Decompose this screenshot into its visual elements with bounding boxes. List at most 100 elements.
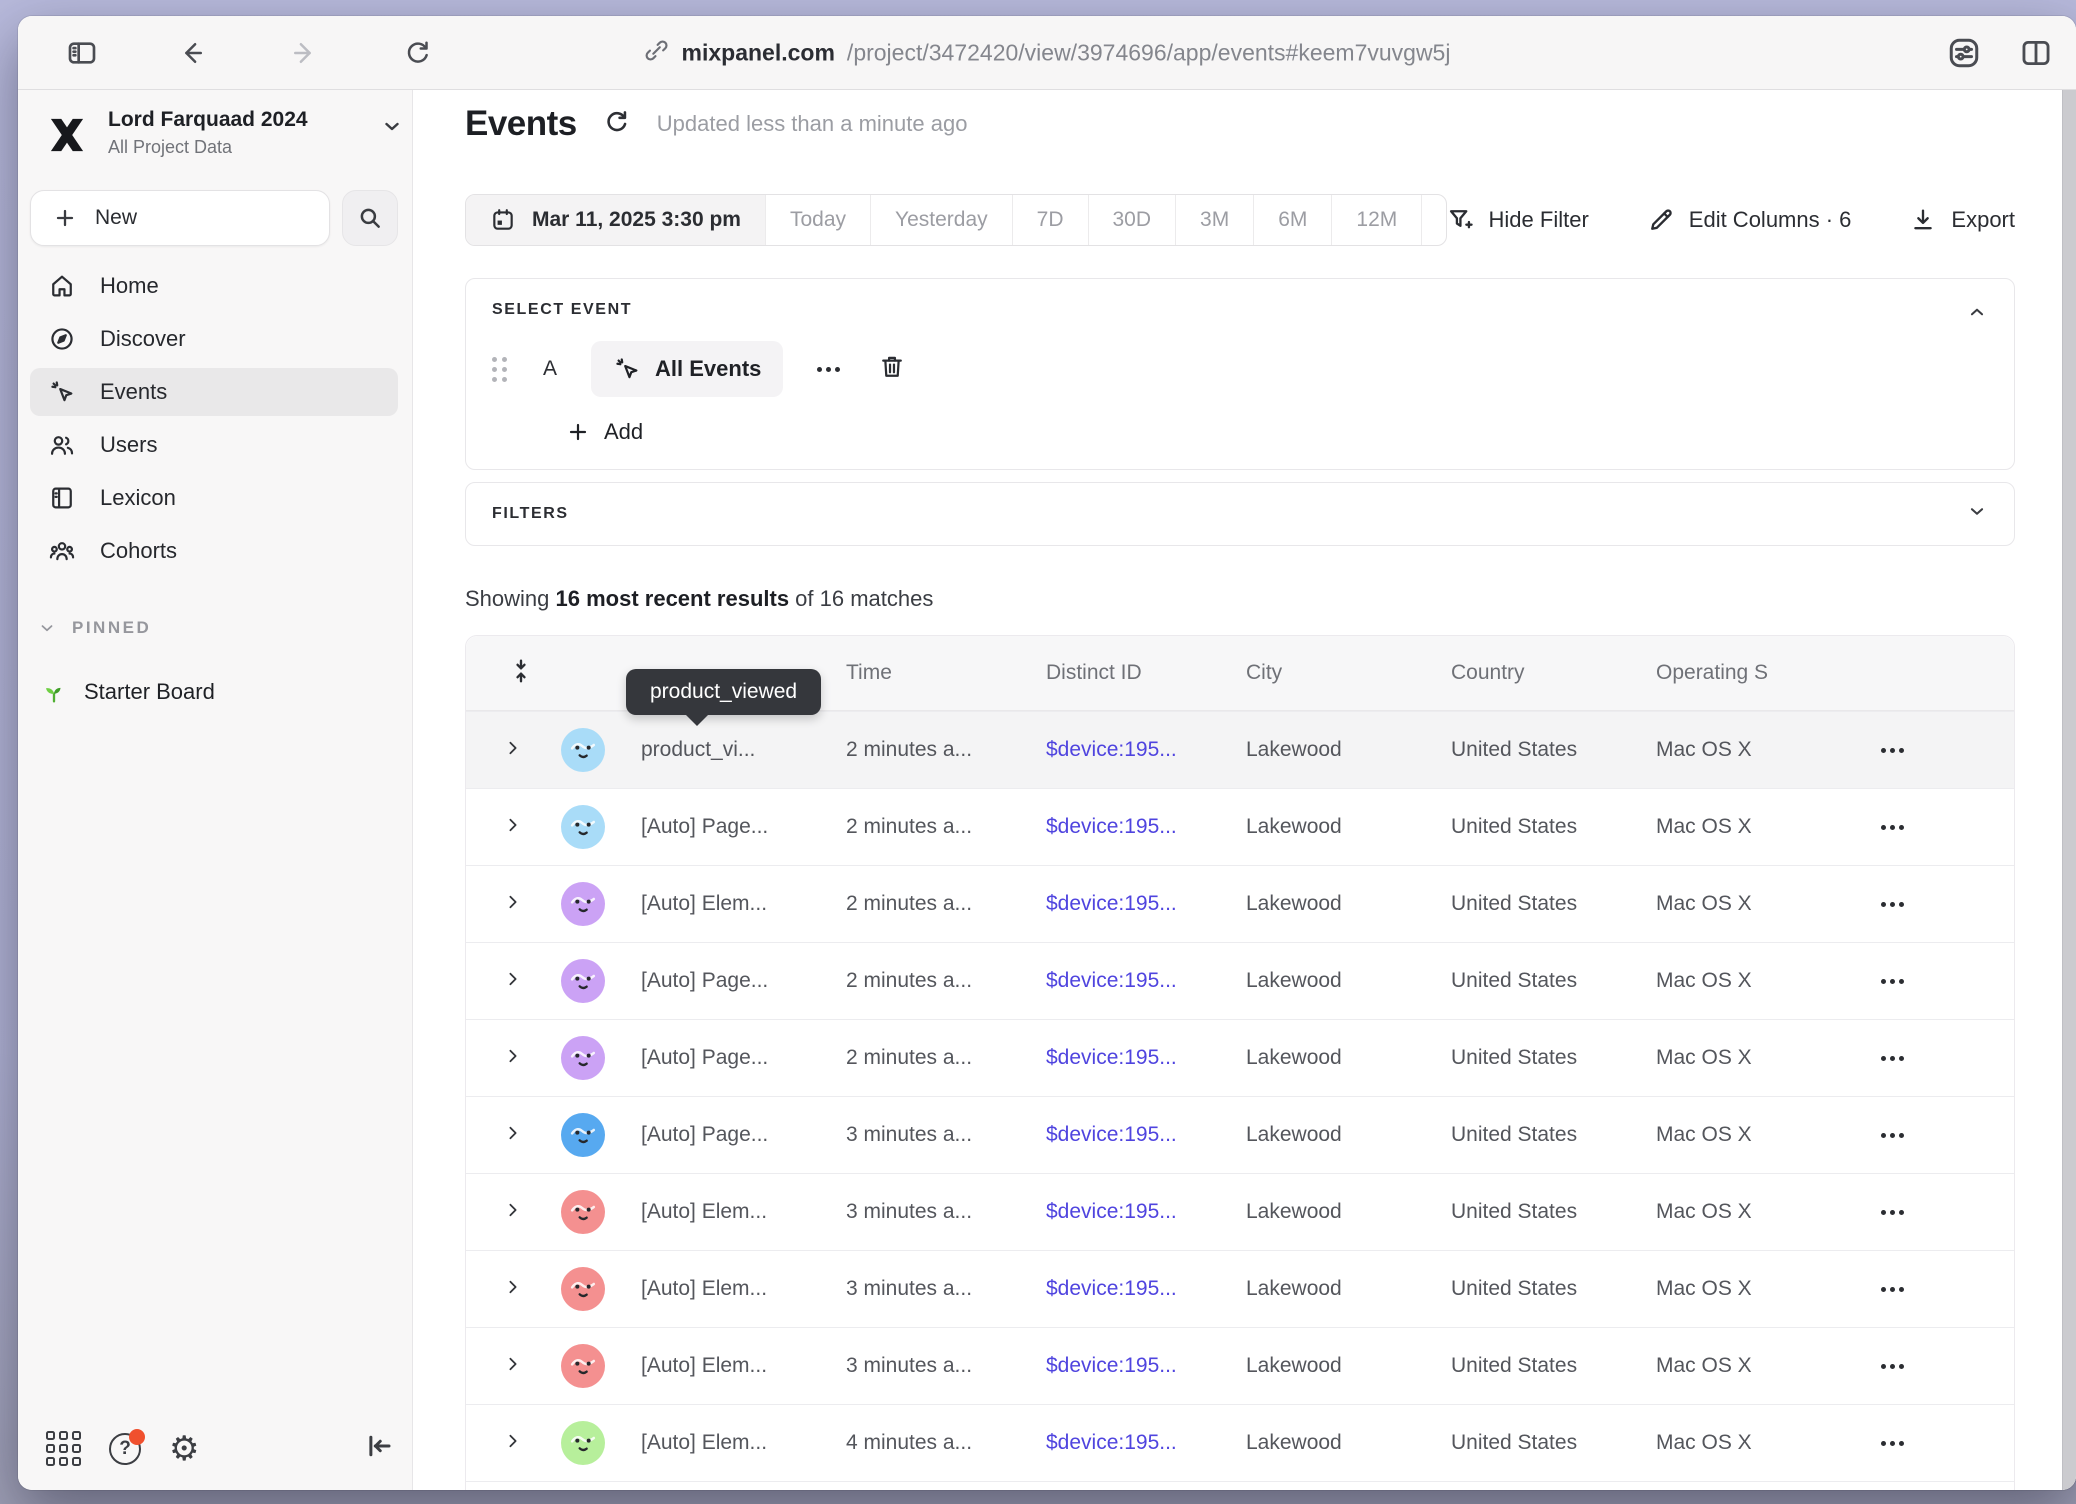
row-actions-button[interactable] xyxy=(1881,1441,2014,1446)
row-expand-chevron-icon[interactable] xyxy=(504,1432,541,1455)
cell-distinct-id-link[interactable]: $device:195... xyxy=(1046,892,1246,916)
table-row[interactable]: [Auto] Elem... 4 minutes a... $device:19… xyxy=(466,1404,2014,1481)
collapse-rows-icon[interactable] xyxy=(508,658,541,689)
column-header-os[interactable]: Operating S xyxy=(1656,661,1881,685)
help-icon[interactable]: ? xyxy=(109,1433,141,1465)
address-bar[interactable]: mixpanel.com/project/3472420/view/397469… xyxy=(644,37,1451,68)
cell-distinct-id-link[interactable]: $device:195... xyxy=(1046,1277,1246,1301)
row-expand-chevron-icon[interactable] xyxy=(504,1124,541,1147)
event-more-options-button[interactable] xyxy=(817,367,840,372)
reload-button[interactable] xyxy=(400,35,436,71)
range-yesterday[interactable]: Yesterday xyxy=(870,195,1012,245)
add-event-button[interactable]: Add xyxy=(566,419,643,445)
edit-columns-button[interactable]: Edit Columns · 6 xyxy=(1647,206,1852,234)
export-button[interactable]: Export xyxy=(1909,206,2015,234)
forward-button[interactable] xyxy=(286,35,322,71)
search-button[interactable] xyxy=(342,190,398,246)
table-row[interactable]: [Auto] Elem... 3 minutes a... $device:19… xyxy=(466,1327,2014,1404)
collapse-panel-chevron-up-icon[interactable] xyxy=(1966,301,1988,328)
sidebar-item-starter-board[interactable]: Starter Board xyxy=(40,678,215,706)
sidebar-item-cohorts[interactable]: Cohorts xyxy=(30,527,398,575)
column-header-time[interactable]: Time xyxy=(846,661,1046,685)
table-row[interactable]: [Auto] Page... 3 minutes a... $device:19… xyxy=(466,1096,2014,1173)
row-actions-button[interactable] xyxy=(1881,1287,2014,1292)
sidebar-item-discover[interactable]: Discover xyxy=(30,315,398,363)
column-header-country[interactable]: Country xyxy=(1451,661,1656,685)
project-name: Lord Farquaad 2024 xyxy=(108,108,308,132)
project-switcher[interactable]: Lord Farquaad 2024 All Project Data xyxy=(44,108,404,158)
row-actions-button[interactable] xyxy=(1881,979,2014,984)
cell-distinct-id-link[interactable]: $device:195... xyxy=(1046,1123,1246,1147)
table-row[interactable]: [Auto] Page... 2 minutes a... $device:19… xyxy=(466,1019,2014,1096)
cohorts-icon xyxy=(48,537,76,565)
row-actions-button[interactable] xyxy=(1881,1210,2014,1215)
cell-country: United States xyxy=(1451,738,1656,762)
date-picker[interactable]: Mar 11, 2025 3:30 pm xyxy=(466,195,765,245)
select-event-panel: SELECT EVENT A All Events xyxy=(465,278,2015,470)
event-selector-chip[interactable]: All Events xyxy=(591,341,783,397)
sidebar-toggle-icon[interactable] xyxy=(64,35,100,71)
refresh-icon[interactable] xyxy=(603,108,631,141)
cell-distinct-id-link[interactable]: $device:195... xyxy=(1046,1431,1246,1455)
expand-panel-chevron-down-icon[interactable] xyxy=(1966,501,1988,528)
cell-distinct-id-link[interactable]: $device:195... xyxy=(1046,1046,1246,1070)
row-actions-button[interactable] xyxy=(1881,902,2014,907)
row-expand-chevron-icon[interactable] xyxy=(504,739,541,762)
row-actions-button[interactable] xyxy=(1881,1133,2014,1138)
range-today[interactable]: Today xyxy=(765,195,870,245)
cell-distinct-id-link[interactable]: $device:195... xyxy=(1046,1200,1246,1224)
sidebar-item-lexicon[interactable]: Lexicon xyxy=(30,474,398,522)
row-actions-button[interactable] xyxy=(1881,1056,2014,1061)
drag-handle[interactable] xyxy=(492,357,507,382)
row-expand-chevron-icon[interactable] xyxy=(504,893,541,916)
table-row[interactable]: [Auto] Elem... 4 minutes a... $device:19… xyxy=(466,1481,2014,1490)
gear-icon[interactable]: ⚙ xyxy=(169,1433,199,1465)
sidebar-item-users[interactable]: Users xyxy=(30,421,398,469)
column-header-city[interactable]: City xyxy=(1246,661,1451,685)
cell-time: 2 minutes a... xyxy=(846,738,1046,762)
cell-distinct-id-link[interactable]: $device:195... xyxy=(1046,738,1246,762)
range-30d[interactable]: 30D xyxy=(1088,195,1176,245)
pinned-section-header[interactable]: PINNED xyxy=(38,618,151,638)
cell-distinct-id-link[interactable]: $device:195... xyxy=(1046,1354,1246,1378)
main-content: Events Updated less than a minute ago Ma… xyxy=(413,90,2076,1490)
cell-distinct-id-link[interactable]: $device:195... xyxy=(1046,969,1246,993)
back-button[interactable] xyxy=(174,35,210,71)
row-actions-button[interactable] xyxy=(1881,1364,2014,1369)
range-xtd-dropdown[interactable]: XTD xyxy=(1421,195,1446,245)
table-row[interactable]: [Auto] Page... 2 minutes a... $device:19… xyxy=(466,788,2014,865)
range-3m[interactable]: 3M xyxy=(1175,195,1253,245)
range-6m[interactable]: 6M xyxy=(1253,195,1331,245)
table-row[interactable]: [Auto] Elem... 2 minutes a... $device:19… xyxy=(466,865,2014,942)
row-expand-chevron-icon[interactable] xyxy=(504,816,541,839)
scrollbar[interactable] xyxy=(2062,90,2076,1490)
apps-grid-icon[interactable] xyxy=(46,1431,81,1466)
sidebar-item-home[interactable]: Home xyxy=(30,262,398,310)
collapse-sidebar-icon[interactable] xyxy=(364,1431,394,1466)
chevron-down-icon[interactable] xyxy=(380,114,404,143)
hide-filter-button[interactable]: Hide Filter xyxy=(1447,206,1589,234)
trash-icon[interactable] xyxy=(878,353,906,386)
range-7d[interactable]: 7D xyxy=(1012,195,1088,245)
new-button[interactable]: New xyxy=(30,190,330,246)
row-expand-chevron-icon[interactable] xyxy=(504,1201,541,1224)
table-row[interactable]: [Auto] Elem... 3 minutes a... $device:19… xyxy=(466,1173,2014,1250)
row-expand-chevron-icon[interactable] xyxy=(504,1355,541,1378)
cell-event-name: [Auto] Page... xyxy=(611,1046,846,1070)
row-actions-button[interactable] xyxy=(1881,748,2014,753)
row-expand-chevron-icon[interactable] xyxy=(504,1047,541,1070)
row-expand-chevron-icon[interactable] xyxy=(504,970,541,993)
event-row-letter: A xyxy=(543,357,557,381)
cell-distinct-id-link[interactable]: $device:195... xyxy=(1046,815,1246,839)
range-12m[interactable]: 12M xyxy=(1331,195,1421,245)
row-actions-button[interactable] xyxy=(1881,825,2014,830)
row-expand-chevron-icon[interactable] xyxy=(504,1278,541,1301)
sidebar-item-events[interactable]: Events xyxy=(30,368,398,416)
column-header-distinct-id[interactable]: Distinct ID xyxy=(1046,661,1246,685)
table-row[interactable]: [Auto] Elem... 3 minutes a... $device:19… xyxy=(466,1250,2014,1327)
page-settings-icon[interactable] xyxy=(1946,35,1982,71)
search-icon xyxy=(357,205,383,231)
cell-os: Mac OS X xyxy=(1656,892,1881,916)
table-row[interactable]: [Auto] Page... 2 minutes a... $device:19… xyxy=(466,942,2014,1019)
split-view-icon[interactable] xyxy=(2018,35,2054,71)
